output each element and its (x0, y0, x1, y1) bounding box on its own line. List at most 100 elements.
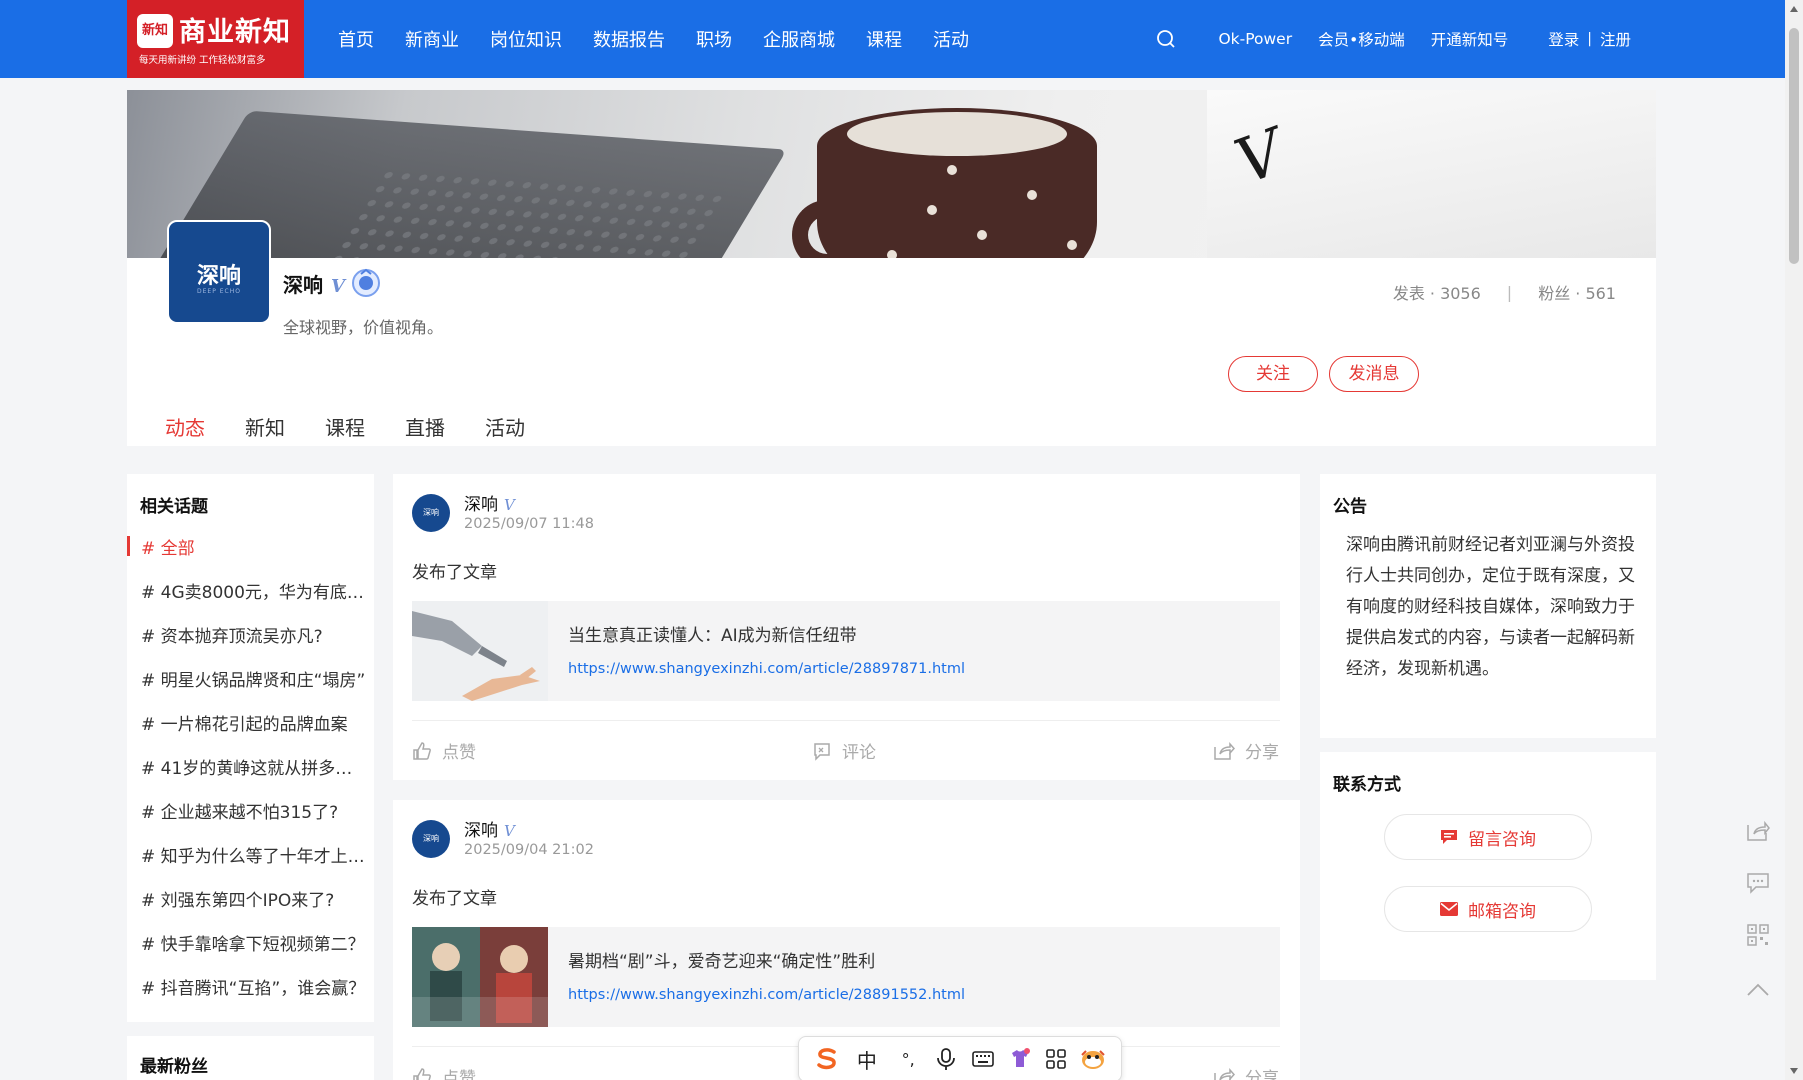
follow-button[interactable]: 关注 (1228, 356, 1318, 392)
apps-grid-icon[interactable] (1045, 1048, 1067, 1070)
post-author[interactable]: 深响 (464, 821, 498, 841)
topic-item[interactable]: # 全部 (141, 534, 369, 559)
share-icon (1214, 741, 1235, 760)
message-consult-button[interactable]: 留言咨询 (1384, 814, 1592, 860)
article-title[interactable]: 当生意真正读懂人：AI成为新信任纽带 (568, 621, 857, 646)
like-label: 点赞 (442, 1069, 476, 1080)
article-title[interactable]: 暑期档“剧”斗，爱奇艺迎来“确定性”胜利 (568, 947, 875, 972)
avatar-text: 深响 (196, 264, 241, 289)
banner-mug-rim (847, 112, 1067, 156)
tab-live[interactable]: 直播 (405, 412, 445, 441)
contact-panel: 联系方式 留言咨询 邮箱咨询 (1320, 752, 1656, 980)
nav-data-reports[interactable]: 数据报告 (593, 26, 665, 52)
scroll-down-arrow[interactable] (1790, 1068, 1798, 1074)
profile-banner: V (127, 90, 1656, 258)
nav-new-business[interactable]: 新商业 (405, 26, 459, 52)
mug-dot (927, 205, 937, 215)
nav-job-knowledge[interactable]: 岗位知识 (490, 26, 562, 52)
topic-item[interactable]: # 知乎为什么等了十年才上市？ (141, 842, 369, 867)
mug-dot (1067, 240, 1077, 250)
scroll-thumb[interactable] (1789, 28, 1799, 264)
post-author[interactable]: 深响 (464, 495, 498, 515)
share-page-tool[interactable] (1743, 816, 1773, 846)
feedback-tool[interactable] (1743, 868, 1773, 898)
login-link[interactable]: 登录 (1548, 28, 1579, 50)
like-button[interactable]: 点赞 (412, 738, 476, 763)
ime-language-toggle[interactable]: 中 (853, 1045, 881, 1074)
topic-item[interactable]: # 41岁的黄峥这就从拼多多退休？ (141, 754, 369, 779)
article-card[interactable]: 暑期档“剧”斗，爱奇艺迎来“确定性”胜利 https://www.shangye… (412, 927, 1280, 1027)
tab-events[interactable]: 活动 (485, 412, 525, 441)
search-icon[interactable] (1156, 29, 1176, 49)
chevron-up-icon (1747, 983, 1769, 996)
microphone-icon[interactable] (935, 1047, 957, 1071)
email-consult-button[interactable]: 邮箱咨询 (1384, 886, 1592, 932)
avatar-subtext: DEEP ECHO (197, 288, 241, 295)
message-consult-label: 留言咨询 (1468, 829, 1536, 850)
topic-item[interactable]: # 资本抛弃顶流吴亦凡? (141, 622, 369, 647)
topic-item[interactable]: # 明星火锅品牌贤和庄“塌房” (141, 666, 369, 691)
share-button[interactable]: 分享 (1213, 738, 1279, 763)
article-card[interactable]: 当生意真正读懂人：AI成为新信任纽带 https://www.shangyexi… (412, 601, 1280, 701)
message-button[interactable]: 发消息 (1329, 356, 1419, 392)
profile-name: 深响 (283, 273, 323, 297)
skin-icon[interactable] (1008, 1047, 1032, 1071)
profile-name-row: 深响 V (283, 268, 381, 298)
post-action: 发布了文章 (412, 563, 497, 583)
logo-badge: 新知 (137, 14, 173, 48)
mug-dot (947, 165, 957, 175)
nav-member-mobile[interactable]: 会员•移动端 (1318, 28, 1405, 50)
post-divider (412, 720, 1280, 721)
topic-item[interactable]: # 一片棉花引起的品牌血案 (141, 710, 369, 735)
tab-courses[interactable]: 课程 (325, 412, 365, 441)
mug-dot (887, 250, 897, 258)
fans-count: 粉丝 · 561 (1538, 284, 1616, 303)
article-link[interactable]: https://www.shangyexinzhi.com/article/28… (568, 661, 965, 677)
like-button[interactable]: 点赞 (412, 1064, 476, 1080)
qrcode-tool[interactable] (1743, 920, 1773, 950)
share-button[interactable]: 分享 (1213, 1064, 1279, 1080)
nav-open-account[interactable]: 开通新知号 (1431, 28, 1509, 50)
nav-okpower[interactable]: Ok-Power (1218, 30, 1292, 48)
page-scrollbar[interactable] (1785, 0, 1803, 1080)
site-logo[interactable]: 新知 商业新知 每天用新讲纷 工作轻松财富多 (127, 0, 304, 78)
drama-poster-image (412, 927, 548, 1027)
nav-home[interactable]: 首页 (338, 26, 374, 52)
comment-label: 评论 (842, 743, 876, 763)
article-link[interactable]: https://www.shangyexinzhi.com/article/28… (568, 987, 965, 1003)
topic-item[interactable]: # 抖音腾讯“互掐”，谁会赢？ (141, 974, 369, 999)
scroll-up-arrow[interactable] (1790, 6, 1798, 12)
topic-item[interactable]: # 刘强东第四个IPO来了? (141, 886, 369, 911)
post-author-row: 深响 V (464, 816, 515, 841)
nav-events[interactable]: 活动 (933, 26, 969, 52)
post-avatar[interactable]: 深响 (412, 820, 450, 858)
sogou-logo-icon[interactable] (814, 1046, 840, 1072)
login-separator: | (1587, 31, 1592, 47)
topic-item[interactable]: # 4G卖8000元，华为有底气？ (141, 578, 369, 603)
keyboard-icon[interactable] (971, 1049, 995, 1069)
post-avatar[interactable]: 深响 (412, 494, 450, 532)
notice-title: 公告 (1333, 497, 1367, 517)
comment-button[interactable]: 评论 (812, 738, 876, 763)
topic-item[interactable]: # 企业越来越不怕315了? (141, 798, 369, 823)
topics-title: 相关话题 (140, 497, 208, 517)
stats-divider: | (1506, 282, 1513, 302)
tab-articles[interactable]: 新知 (245, 412, 285, 441)
email-consult-label: 邮箱咨询 (1468, 901, 1536, 922)
mascot-icon[interactable] (1080, 1047, 1106, 1071)
active-topic-indicator (127, 536, 130, 556)
like-label: 点赞 (442, 743, 476, 763)
mug-dot (977, 230, 987, 240)
share-icon (1214, 1067, 1235, 1080)
share-label: 分享 (1245, 743, 1279, 763)
comment-icon (814, 742, 830, 761)
register-link[interactable]: 注册 (1600, 28, 1631, 50)
nav-workplace[interactable]: 职场 (696, 26, 732, 52)
tab-feed[interactable]: 动态 (165, 412, 205, 441)
nav-courses[interactable]: 课程 (866, 26, 902, 52)
ime-punctuation-toggle[interactable]: °, (894, 1050, 922, 1069)
nav-enterprise-mall[interactable]: 企服商城 (763, 26, 835, 52)
back-to-top-tool[interactable] (1743, 974, 1773, 1004)
topic-item[interactable]: # 快手靠啥拿下短视频第二？ (141, 930, 369, 955)
chat-icon (1747, 873, 1769, 894)
